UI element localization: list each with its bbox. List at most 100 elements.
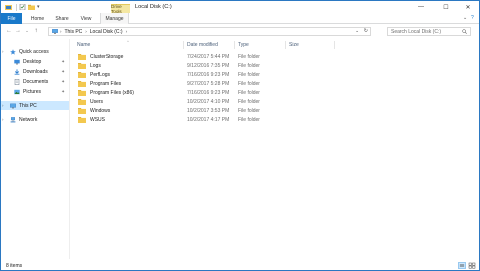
nav-label: Quick access [19, 48, 49, 55]
column-header-date[interactable]: Date modified [187, 41, 218, 49]
documents-icon [14, 78, 20, 85]
file-row[interactable]: Logs 9/12/2016 7:35 PM File folder [75, 62, 335, 70]
nav-item-desktop[interactable]: Desktop ✦ [1, 57, 69, 66]
this-pc-icon [52, 29, 58, 34]
nav-label: Pictures [23, 88, 42, 95]
column-header-name[interactable]: Name [77, 41, 90, 49]
address-bar[interactable]: › This PC › Local Disk (C:) › ⌄ ↻ [48, 27, 371, 36]
close-button[interactable]: ✕ [456, 2, 480, 12]
expand-ribbon-icon[interactable]: ⌄ [463, 15, 467, 21]
tab-manage[interactable]: Manage [100, 13, 129, 24]
file-type: File folder [238, 117, 260, 123]
folder-icon [78, 90, 86, 96]
pin-icon[interactable]: ✦ [61, 89, 65, 95]
column-header-type[interactable]: Type [238, 41, 249, 49]
up-button[interactable]: ↑ [32, 27, 40, 35]
status-bar: 8 items [1, 260, 479, 271]
column-header-size[interactable]: Size [289, 41, 299, 49]
file-date: 9/12/2016 7:35 PM [187, 63, 230, 69]
column-divider[interactable] [334, 41, 335, 49]
file-type: File folder [238, 63, 260, 69]
address-dropdown-button[interactable]: ⌄ [355, 28, 359, 34]
downloads-icon [14, 68, 20, 75]
details-view-icon[interactable] [458, 262, 466, 269]
new-folder-icon[interactable] [28, 4, 35, 10]
nav-label: This PC [19, 102, 37, 109]
file-date: 7/16/2016 9:23 PM [187, 72, 230, 78]
column-divider[interactable] [285, 41, 286, 49]
help-icon[interactable]: ? [471, 15, 474, 21]
file-name: ClusterStorage [90, 54, 124, 60]
breadcrumb-separator[interactable]: › [126, 29, 128, 34]
forward-button[interactable]: → [14, 27, 22, 35]
nav-network[interactable]: › Network [1, 115, 69, 124]
drive-tools-context-label: Drive Tools [111, 4, 130, 14]
file-row[interactable]: Program Files 9/27/2017 5:28 PM File fol… [75, 80, 335, 88]
refresh-button[interactable]: ↻ [364, 28, 368, 34]
maximize-button[interactable]: ☐ [434, 2, 458, 12]
file-row[interactable]: WSUS 10/2/2017 4:17 PM File folder [75, 116, 335, 124]
file-date: 9/27/2017 5:28 PM [187, 81, 230, 87]
nav-label: Desktop [23, 58, 42, 65]
nav-item-pictures[interactable]: Pictures ✦ [1, 87, 69, 96]
file-date: 10/2/2017 3:53 PM [187, 108, 230, 114]
file-date: 7/24/2017 5:44 PM [187, 54, 230, 60]
folder-icon [78, 117, 86, 123]
nav-label: Downloads [23, 68, 48, 75]
explorer-icon[interactable] [5, 4, 12, 10]
qa-dropdown-icon[interactable]: ▾ [37, 4, 40, 10]
desktop-icon [14, 59, 20, 64]
pin-icon[interactable]: ✦ [61, 79, 65, 85]
column-divider[interactable] [183, 41, 184, 49]
quick-access-toolbar: ▾ [5, 3, 40, 11]
breadcrumb-separator[interactable]: › [85, 29, 87, 34]
file-type: File folder [238, 108, 260, 114]
sort-arrow-icon: ^ [127, 39, 129, 44]
file-row[interactable]: Program Files (x86) 7/16/2016 9:23 PM Fi… [75, 89, 335, 97]
search-input[interactable]: Search Local Disk (C:) [387, 27, 471, 36]
file-type: File folder [238, 54, 260, 60]
nav-quick-access[interactable]: › Quick access [1, 47, 69, 56]
properties-icon[interactable] [19, 4, 26, 10]
file-row[interactable]: PerfLogs 7/16/2016 9:23 PM File folder [75, 71, 335, 79]
breadcrumb-separator[interactable]: › [60, 29, 62, 34]
tab-share[interactable]: Share [51, 13, 73, 24]
large-icons-view-icon[interactable] [468, 262, 476, 269]
pictures-icon [14, 89, 20, 94]
file-name: Program Files [90, 81, 122, 87]
navigation-pane: › Quick access Desktop ✦ Downloads ✦ Doc… [1, 39, 70, 259]
nav-label: Documents [23, 78, 49, 85]
file-row[interactable]: ClusterStorage 7/24/2017 5:44 PM File fo… [75, 53, 335, 61]
back-button[interactable]: ← [5, 27, 13, 35]
file-date: 10/2/2017 4:17 PM [187, 117, 230, 123]
file-row[interactable]: Windows 10/2/2017 3:53 PM File folder [75, 107, 335, 115]
ribbon-tabs: File Home Share View Manage ⌄ ? [1, 13, 479, 24]
folder-icon [78, 108, 86, 114]
breadcrumb-local-disk[interactable]: Local Disk (C:) [90, 29, 123, 35]
tab-file[interactable]: File [1, 13, 22, 24]
folder-icon [78, 54, 86, 60]
breadcrumb-this-pc[interactable]: This PC [65, 29, 83, 35]
file-name: Program Files (x86) [90, 90, 134, 96]
nav-item-documents[interactable]: Documents ✦ [1, 77, 69, 86]
column-divider[interactable] [234, 41, 235, 49]
recent-locations-button[interactable]: ⌄ [23, 27, 31, 35]
file-list: Name ^ Date modified Type Size ClusterSt… [71, 39, 479, 259]
nav-item-downloads[interactable]: Downloads ✦ [1, 67, 69, 76]
file-type: File folder [238, 72, 260, 78]
pin-icon[interactable]: ✦ [61, 59, 65, 65]
item-count: 8 items [6, 263, 23, 269]
window-title: Local Disk (C:) [135, 4, 172, 10]
file-row[interactable]: Users 10/2/2017 4:10 PM File folder [75, 98, 335, 106]
search-icon[interactable] [462, 29, 467, 34]
expand-chevron-icon[interactable]: › [2, 117, 4, 122]
tab-view[interactable]: View [75, 13, 97, 24]
expand-chevron-icon[interactable]: › [2, 103, 4, 108]
folder-icon [78, 99, 86, 105]
folder-icon [78, 63, 86, 69]
pin-icon[interactable]: ✦ [61, 69, 65, 75]
nav-this-pc[interactable]: › This PC [1, 101, 69, 110]
expand-chevron-icon[interactable]: › [2, 49, 4, 54]
minimize-button[interactable]: — [409, 2, 433, 12]
tab-home[interactable]: Home [25, 13, 50, 24]
